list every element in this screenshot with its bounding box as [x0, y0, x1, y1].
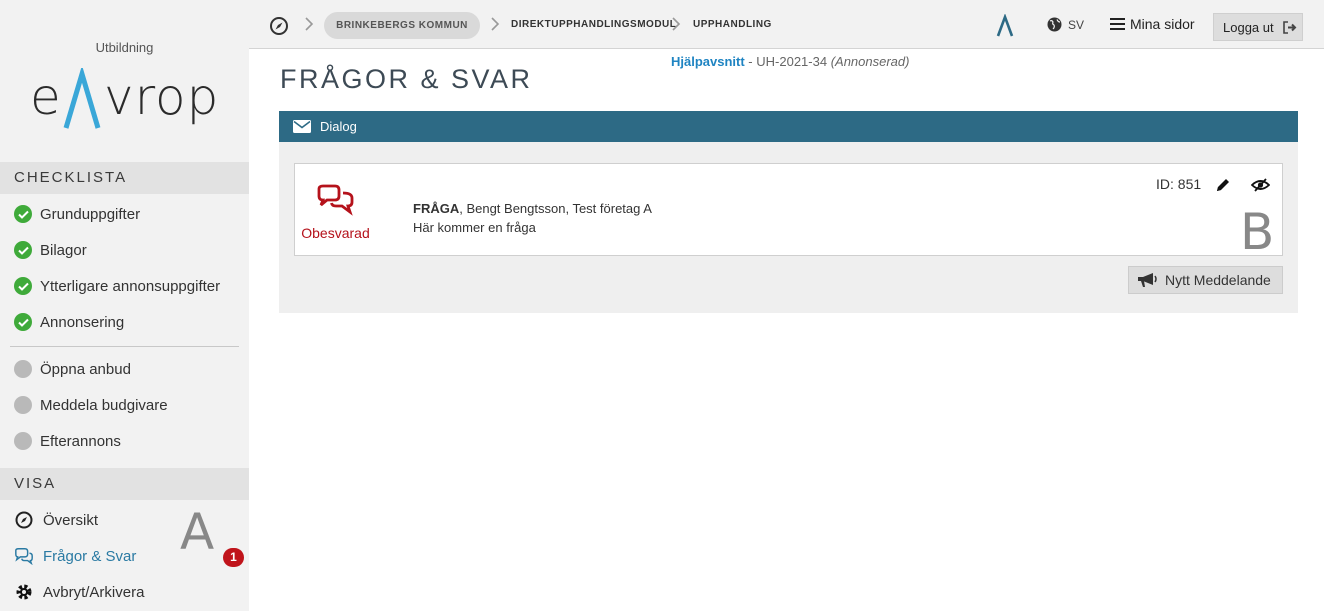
- checklist-item-label: Meddela budgivare: [40, 396, 168, 414]
- home-compass-icon[interactable]: [269, 16, 289, 36]
- check-icon: [14, 313, 32, 331]
- checklist-item-ytterligare[interactable]: Ytterligare annonsuppgifter: [14, 274, 220, 298]
- logout-icon: [1282, 20, 1297, 34]
- message-text: FRÅGA, Bengt Bengtsson, Test företag A H…: [413, 199, 652, 237]
- megaphone-icon: [1138, 273, 1157, 287]
- my-pages-label: Mina sidor: [1130, 16, 1195, 32]
- case-status: (Annonserad): [830, 54, 910, 69]
- globe-icon: [1047, 17, 1062, 32]
- message-body: Här kommer en fråga: [413, 220, 536, 235]
- sidebar: Utbildning e vrop CHECKLISTA Grunduppgif…: [0, 0, 249, 611]
- gear-icon: [14, 583, 34, 601]
- dialog-panel: Dialog Obesvarad FRÅGA, Bengt Bengtsson,…: [279, 111, 1298, 313]
- top-bar: BRINKEBERGS KOMMUN DIREKTUPPHANDLINGSMOD…: [249, 0, 1324, 49]
- message-author: , Bengt Bengtsson, Test företag A: [459, 201, 652, 216]
- checklist-item-label: Annonsering: [40, 313, 125, 331]
- check-icon: [14, 277, 32, 295]
- checklist-item-label: Ytterligare annonsuppgifter: [40, 277, 221, 295]
- my-pages-menu[interactable]: Mina sidor: [1110, 16, 1195, 32]
- checklist-item-oppna-anbud[interactable]: Öppna anbud: [14, 357, 131, 381]
- checklist-item-annonsering[interactable]: Annonsering: [14, 310, 124, 334]
- envelope-icon: [293, 120, 311, 133]
- message-kind: FRÅGA: [413, 201, 460, 216]
- check-icon: [14, 205, 32, 223]
- case-id: UH-2021-34: [756, 54, 828, 69]
- language-selector[interactable]: SV: [1047, 17, 1084, 32]
- annotation-letter-a: A: [180, 503, 215, 561]
- logo-text-right: vrop: [104, 68, 220, 126]
- dialog-panel-title: Dialog: [320, 119, 357, 134]
- nav-item-label: Översikt: [43, 511, 99, 529]
- compass-icon: [14, 511, 34, 529]
- chat-bubbles-icon: [317, 184, 353, 216]
- logo-area: Utbildning e vrop: [0, 0, 249, 162]
- chevron-right-icon: [672, 17, 681, 31]
- nav-item-label: Frågor & Svar: [43, 547, 137, 565]
- checklist-item-label: Öppna anbud: [40, 360, 131, 378]
- help-link[interactable]: Hjälpavsnitt: [671, 54, 745, 69]
- message-status-label: Obesvarad: [301, 225, 370, 241]
- message-card[interactable]: Obesvarad FRÅGA, Bengt Bengtsson, Test f…: [294, 163, 1283, 260]
- checklist-item-bilagor[interactable]: Bilagor: [14, 238, 87, 262]
- language-label: SV: [1068, 17, 1085, 32]
- pending-dot-icon: [14, 432, 32, 450]
- unread-count-badge: 1: [223, 548, 244, 567]
- view-heading: VISA: [0, 468, 249, 500]
- logo-text-left: e: [30, 68, 62, 126]
- breadcrumb-organisation[interactable]: BRINKEBERGS KOMMUN: [324, 12, 480, 39]
- new-message-button[interactable]: Nytt Meddelande: [1128, 266, 1283, 294]
- message-id: ID: 851: [1156, 176, 1202, 192]
- pending-dot-icon: [14, 396, 32, 414]
- checklist-item-meddela-budgivare[interactable]: Meddela budgivare: [14, 393, 168, 417]
- nav-item-oversikt[interactable]: Översikt: [14, 508, 98, 532]
- nav-item-label: Avbryt/Arkivera: [43, 583, 145, 601]
- logout-label: Logga ut: [1223, 19, 1274, 35]
- annotation-letter-b: B: [1240, 203, 1275, 261]
- checklist-item-efterannons[interactable]: Efterannons: [14, 429, 121, 453]
- page-title: FRÅGOR & SVAR: [280, 64, 533, 94]
- new-message-label: Nytt Meddelande: [1165, 272, 1271, 288]
- pending-dot-icon: [14, 360, 32, 378]
- checklist-item-label: Bilagor: [40, 241, 87, 259]
- pencil-icon[interactable]: [1215, 177, 1231, 193]
- header-separator: -: [744, 54, 757, 69]
- checklist-divider: [10, 346, 239, 347]
- message-status: Obesvarad: [295, 184, 376, 241]
- breadcrumb-procurement[interactable]: UPPHANDLING: [693, 19, 772, 30]
- logo[interactable]: e vrop: [26, 62, 226, 136]
- checklist-item-label: Grunduppgifter: [40, 205, 141, 223]
- check-icon: [14, 241, 32, 259]
- nav-item-fragor-svar[interactable]: Frågor & Svar: [14, 544, 136, 568]
- checklist-heading: CHECKLISTA: [0, 162, 249, 194]
- app-root: Utbildning e vrop CHECKLISTA Grunduppgif…: [0, 0, 1324, 611]
- chevron-right-icon: [305, 17, 314, 31]
- dialog-panel-header: Dialog: [279, 111, 1298, 142]
- breadcrumb-module[interactable]: DIREKTUPPHANDLINGSMODUL: [511, 19, 676, 30]
- chat-icon: [14, 547, 34, 565]
- checklist-item-grunduppgifter[interactable]: Grunduppgifter: [14, 202, 140, 226]
- hamburger-icon: [1110, 18, 1125, 30]
- logo-subtitle: Utbildning: [95, 40, 154, 55]
- chevron-right-icon: [491, 17, 500, 31]
- checklist-item-label: Efterannons: [40, 432, 121, 450]
- lambda-icon[interactable]: [995, 14, 1015, 38]
- eye-slash-icon[interactable]: [1251, 178, 1270, 192]
- logout-button[interactable]: Logga ut: [1213, 13, 1303, 41]
- header-info-line: Hjälpavsnitt - UH-2021-34 (Annonserad): [671, 54, 909, 69]
- logo-lambda-icon: [63, 68, 101, 129]
- nav-item-avbryt-arkivera[interactable]: Avbryt/Arkivera: [14, 580, 144, 604]
